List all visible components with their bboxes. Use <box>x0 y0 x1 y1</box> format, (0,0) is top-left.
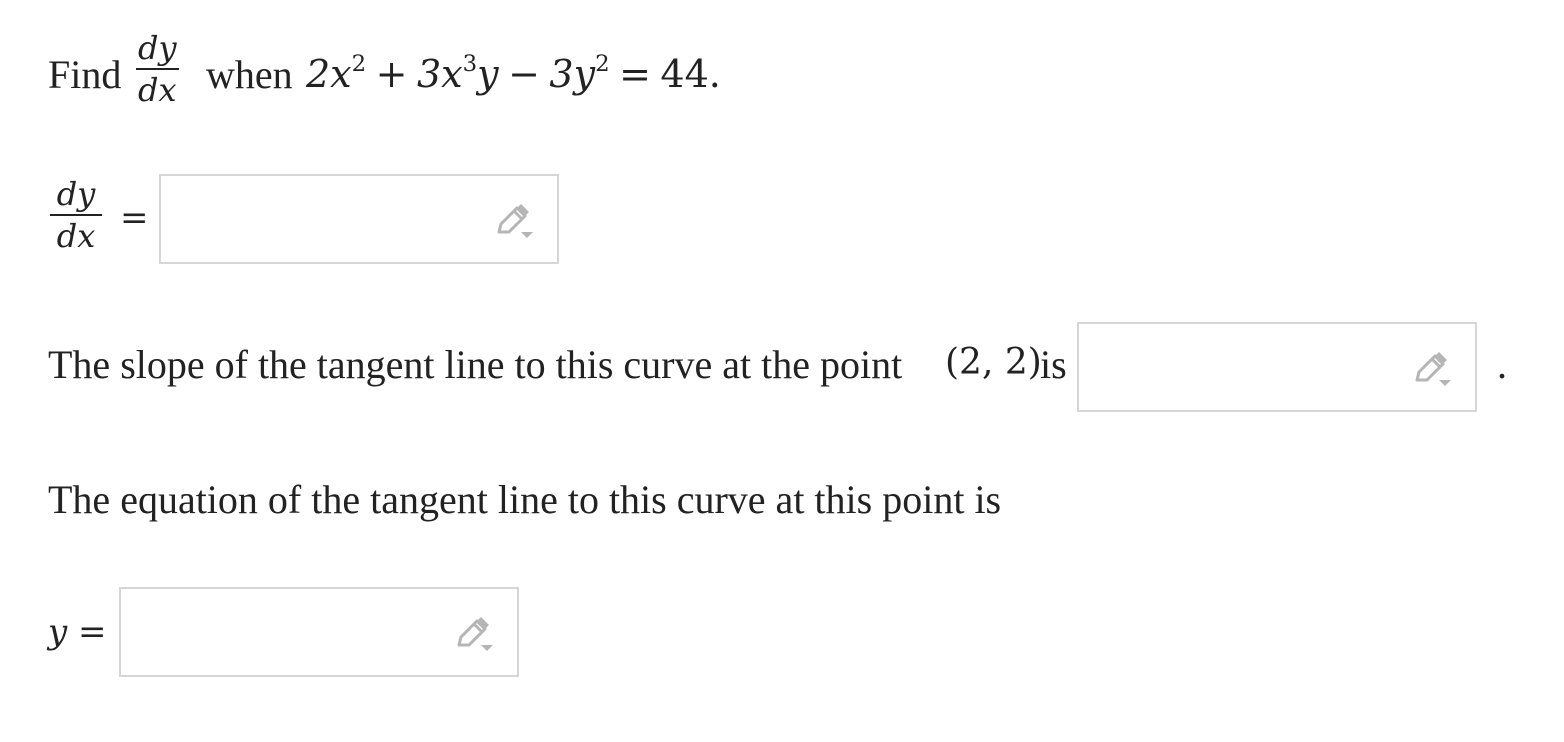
derivative-equals: = <box>120 198 149 238</box>
equation-operator-plus: + <box>375 52 408 96</box>
derivative-fraction-denominator: dx <box>56 217 96 255</box>
slope-trailing-period: . <box>1497 342 1507 387</box>
pencil-dropdown-icon[interactable] <box>1413 350 1453 390</box>
tangent-lhs-y: y <box>48 612 68 652</box>
tangent-equals: = <box>78 612 107 652</box>
equation-exponent-3: 2 <box>595 51 610 78</box>
equation-exponent-2: 3 <box>462 51 478 78</box>
equation-operator-minus: − <box>508 52 540 96</box>
slope-answer-field[interactable] <box>1077 322 1477 412</box>
equation-term-3: 3y <box>549 52 596 96</box>
equation-term-2-y: y <box>477 52 499 96</box>
question-equation: 2x2 + 3x3y − 3y2 = 44. <box>306 52 721 96</box>
derivative-fraction-numerator: dy <box>56 175 96 213</box>
equation-equals: = <box>619 52 651 96</box>
tangent-equation-prompt: The equation of the tangent line to this… <box>48 477 1002 522</box>
equation-exponent-1: 2 <box>351 51 367 78</box>
derivative-answer-field[interactable] <box>159 174 559 264</box>
derivative-fraction: dy dx <box>50 178 102 252</box>
pencil-dropdown-icon[interactable] <box>495 202 535 242</box>
question-fraction-denominator: dx <box>138 71 177 109</box>
equation-term-1: 2x <box>306 52 352 96</box>
equation-term-2: 3x <box>416 52 463 96</box>
tangent-line-answer-field[interactable] <box>119 587 519 677</box>
question-when-label: when <box>206 52 293 97</box>
question-find-label: Find <box>48 52 122 97</box>
slope-question-text: The slope of the tangent line to this cu… <box>48 342 903 387</box>
pencil-dropdown-icon[interactable] <box>455 615 495 655</box>
question-fraction-numerator: dy <box>138 29 177 67</box>
slope-is-label: is <box>1040 342 1067 387</box>
equation-rhs: 44. <box>660 52 721 96</box>
question-fraction: dy dx <box>136 32 179 106</box>
slope-point: (2, 2) <box>945 342 1042 383</box>
